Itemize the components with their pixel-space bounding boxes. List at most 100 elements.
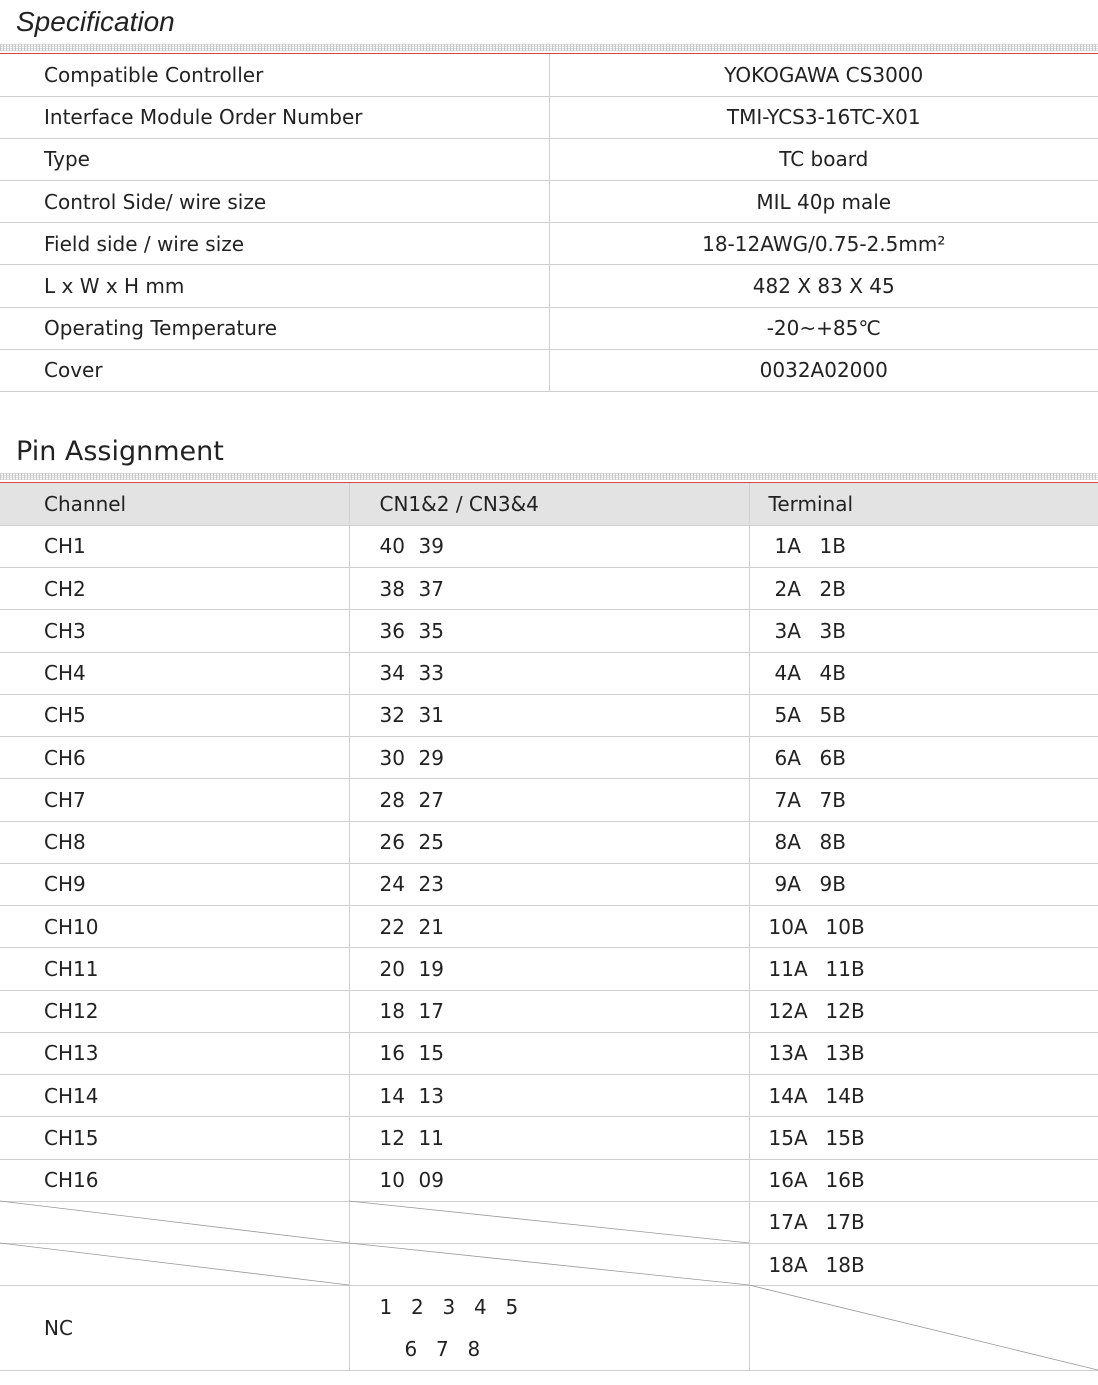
terminal-pin: 12B — [825, 999, 865, 1024]
terminal-cell: 18A 18B — [749, 1243, 1098, 1287]
connector-pin: 16 — [379, 1041, 405, 1066]
nc-pin: 7 — [436, 1337, 449, 1362]
terminal-pin: 2B — [819, 576, 846, 601]
connector-pin: 11 — [418, 1125, 444, 1150]
terminal-pin: 9B — [819, 872, 846, 897]
connector-pin: 36 — [379, 618, 405, 643]
terminal-pin: 7A — [774, 787, 801, 812]
connector-cell: 40 39 — [349, 525, 750, 569]
terminal-pin: 6B — [819, 745, 846, 770]
spec-value: TC board — [549, 138, 1098, 182]
connector-pin: 20 — [379, 956, 405, 981]
terminal-cell: 5A 5B — [749, 694, 1098, 738]
table-row: CH13 16 15 13A 13B — [0, 1032, 1098, 1076]
table-row: CH5 32 31 5A 5B — [0, 694, 1098, 738]
terminal-pin: 15B — [825, 1125, 865, 1150]
connector-pin: 13 — [418, 1083, 444, 1108]
table-row: CH4 34 33 4A 4B — [0, 652, 1098, 695]
channel-cell: CH15 — [0, 1116, 350, 1160]
connector-cell — [349, 1243, 750, 1287]
connector-cell: 36 35 — [349, 609, 750, 653]
header-connector: CN1&2 / CN3&4 — [349, 483, 750, 526]
table-row: CH6 30 29 6A 6B — [0, 736, 1098, 780]
connector-pin: 39 — [418, 534, 444, 559]
table-row: CH9 24 23 9A 9B — [0, 863, 1098, 907]
spec-label: Cover — [0, 349, 550, 393]
terminal-pin: 5B — [819, 703, 846, 728]
empty-cell — [749, 1285, 1098, 1372]
dotted-rule — [0, 473, 1098, 480]
terminal-cell: 11A 11B — [749, 947, 1098, 991]
spec-label: Operating Temperature — [0, 307, 550, 350]
spec-row: Compatible Controller YOKOGAWA CS3000 — [0, 54, 1098, 97]
connector-pin: 30 — [379, 745, 405, 770]
nc-pins-line: 678 — [380, 1328, 749, 1370]
channel-cell: CH2 — [0, 567, 350, 611]
channel-cell: CH16 — [0, 1159, 350, 1202]
terminal-pin: 15A — [768, 1125, 808, 1150]
terminal-cell: 4A 4B — [749, 652, 1098, 695]
channel-cell: CH3 — [0, 609, 350, 653]
spec-row: L x W x H mm 482 X 83 X 45 — [0, 264, 1098, 308]
connector-cell: 38 37 — [349, 567, 750, 611]
table-row: CH7 28 27 7A 7B — [0, 778, 1098, 822]
terminal-pin: 8A — [774, 830, 801, 855]
terminal-pin: 17B — [825, 1210, 865, 1235]
terminal-pin: 13A — [768, 1041, 808, 1066]
terminal-cell: 17A 17B — [749, 1201, 1098, 1245]
spec-value: 0032A02000 — [549, 349, 1098, 393]
terminal-cell: 15A 15B — [749, 1116, 1098, 1160]
connector-pin: 29 — [418, 745, 444, 770]
terminal-pin: 11A — [768, 956, 808, 981]
terminal-cell: 8A 8B — [749, 821, 1098, 864]
terminal-pin: 10B — [825, 914, 865, 939]
terminal-pin: 2A — [774, 576, 801, 601]
terminal-pin: 11B — [825, 956, 865, 981]
terminal-cell: 3A 3B — [749, 609, 1098, 653]
channel-cell: CH5 — [0, 694, 350, 738]
terminal-pin: 9A — [774, 872, 801, 897]
connector-pin: 25 — [418, 830, 444, 855]
terminal-pin: 14A — [768, 1083, 808, 1108]
connector-pin: 32 — [379, 703, 405, 728]
terminal-pin: 1B — [819, 534, 846, 559]
connector-pin: 26 — [379, 830, 405, 855]
channel-cell: CH8 — [0, 821, 350, 864]
connector-pin: 31 — [418, 703, 444, 728]
connector-pin: 23 — [418, 872, 444, 897]
spec-label: L x W x H mm — [0, 264, 550, 308]
connector-cell: 18 17 — [349, 990, 750, 1033]
channel-cell — [0, 1201, 350, 1245]
spec-label: Type — [0, 138, 550, 182]
connector-pin: 18 — [379, 999, 405, 1024]
spec-value: 482 X 83 X 45 — [549, 264, 1098, 308]
connector-pin: 14 — [379, 1083, 405, 1108]
connector-cell: 24 23 — [349, 863, 750, 907]
nc-row: NC 1 2 3 4 5 6 7 8 — [0, 1285, 1098, 1372]
specification-title: Specification — [16, 6, 175, 37]
table-row: CH10 22 21 10A 10B — [0, 905, 1098, 949]
terminal-pin: 18B — [825, 1252, 865, 1277]
terminal-pin: 17A — [768, 1210, 808, 1235]
terminal-pin: 4A — [774, 661, 801, 686]
terminal-pin: 3A — [774, 618, 801, 643]
terminal-pin: 5A — [774, 703, 801, 728]
terminal-cell: 12A 12B — [749, 990, 1098, 1033]
table-row: CH11 20 19 11A 11B — [0, 947, 1098, 991]
spec-value: TMI-YCS3-16TC-X01 — [549, 96, 1098, 139]
channel-cell: CH9 — [0, 863, 350, 907]
connector-pin: 24 — [379, 872, 405, 897]
connector-cell — [349, 1201, 750, 1245]
spec-row: Interface Module Order Number TMI-YCS3-16… — [0, 96, 1098, 139]
terminal-pin: 12A — [768, 999, 808, 1024]
channel-cell: CH14 — [0, 1074, 350, 1118]
connector-pin: 21 — [418, 914, 444, 939]
table-row: CH1 40 39 1A 1B — [0, 525, 1098, 569]
dotted-rule — [0, 44, 1098, 51]
connector-pin: 37 — [418, 576, 444, 601]
terminal-pin: 4B — [819, 661, 846, 686]
connector-cell: 20 19 — [349, 947, 750, 991]
connector-cell: 14 13 — [349, 1074, 750, 1118]
spec-label: Field side / wire size — [0, 222, 550, 266]
connector-cell: 22 21 — [349, 905, 750, 949]
